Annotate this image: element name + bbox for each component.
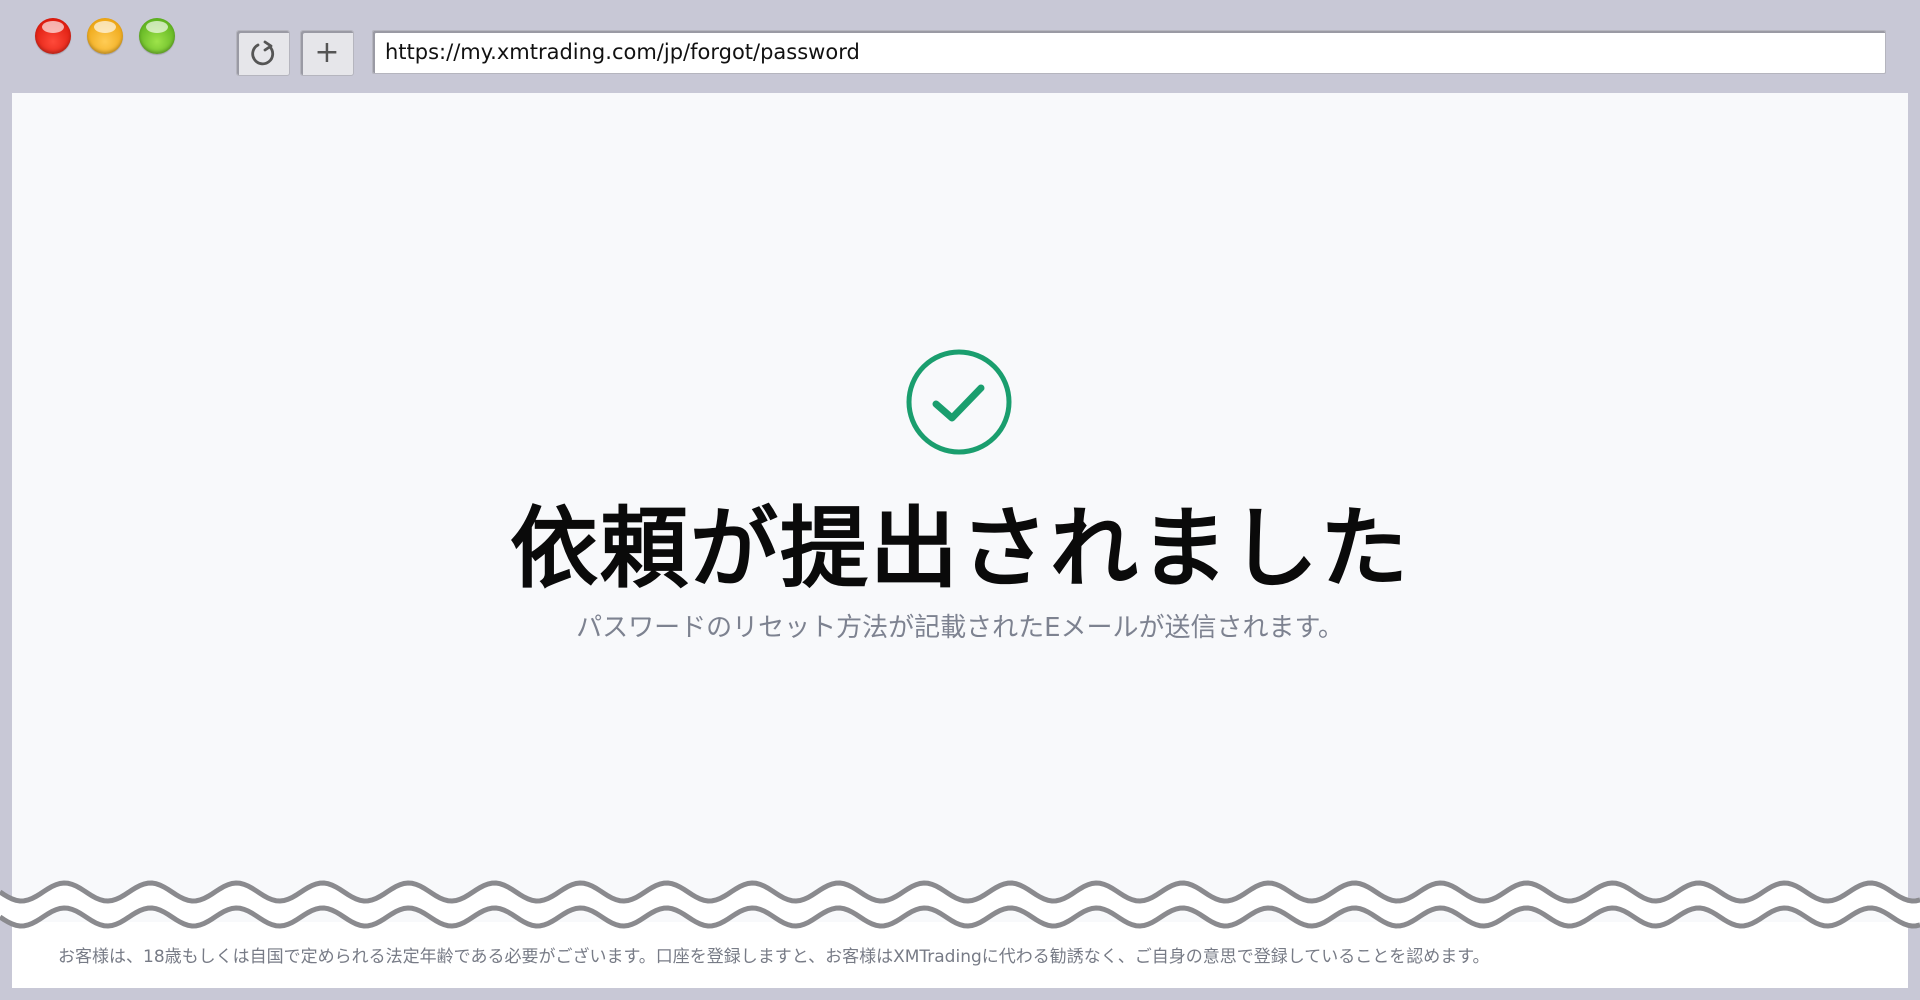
page-title: 依頼が提出されました — [509, 497, 1410, 600]
minimize-window-button[interactable] — [87, 18, 123, 54]
footer-disclaimer: お客様は、18歳もしくは自国で定められる法定年齢である必要がございます。口座を登… — [58, 947, 1490, 967]
check-circle-icon — [905, 348, 1013, 456]
new-tab-button[interactable]: + — [300, 30, 354, 76]
refresh-button[interactable] — [236, 30, 290, 76]
browser-window: + https://my.xmtrading.com/jp/forgot/pas… — [0, 0, 1920, 1000]
page-content: 依頼が提出されました パスワードのリセット方法が記載されたEメールが送信されます… — [12, 93, 1908, 988]
address-bar[interactable]: https://my.xmtrading.com/jp/forgot/passw… — [372, 30, 1886, 74]
status-message: パスワードのリセット方法が記載されたEメールが送信されます。 — [576, 613, 1344, 643]
torn-edge-divider — [0, 880, 1920, 929]
maximize-window-button[interactable] — [139, 18, 175, 54]
refresh-icon — [251, 40, 275, 66]
address-url: https://my.xmtrading.com/jp/forgot/passw… — [385, 40, 860, 64]
close-window-button[interactable] — [35, 18, 71, 54]
plus-icon: + — [314, 35, 340, 70]
